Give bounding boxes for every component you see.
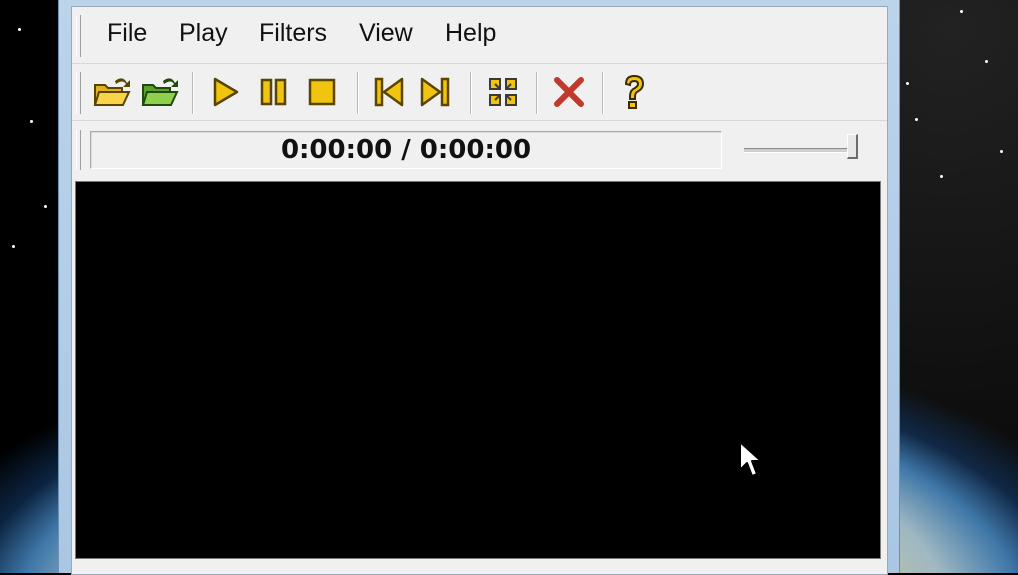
play-icon [213,77,239,107]
next-button[interactable] [415,72,455,112]
close-x-icon [554,77,584,107]
fullscreen-button[interactable] [483,72,523,112]
skip-back-icon [374,77,404,107]
folder-open-icon [93,78,131,106]
star [960,10,963,13]
pause-button[interactable] [254,72,294,112]
star [12,245,15,248]
status-bar-grip[interactable] [76,130,81,170]
previous-button[interactable] [369,72,409,112]
menu-play[interactable]: Play [179,19,228,48]
toolbar-separator [602,72,604,114]
play-button[interactable] [205,72,245,112]
star [1000,150,1003,153]
star [18,28,21,31]
menu-help[interactable]: Help [445,19,496,48]
help-button[interactable] [614,72,654,112]
close-button[interactable] [549,72,589,112]
mouse-cursor-icon [739,441,762,477]
star [940,175,943,178]
skip-forward-icon [420,77,450,107]
toolbar-separator [357,72,359,114]
stop-icon [308,78,336,106]
toolbar [72,64,887,121]
star [906,82,909,85]
open-file-button[interactable] [92,72,132,112]
toolbar-separator [536,72,538,114]
toolbar-grip[interactable] [76,72,81,114]
time-display: 0:00:00 / 0:00:00 [90,131,722,169]
volume-slider-thumb[interactable] [847,134,858,159]
stop-button[interactable] [302,72,342,112]
folder-open-green-icon [141,78,179,106]
menu-bar-grip[interactable] [76,15,81,57]
volume-slider-track[interactable] [744,148,852,153]
star [915,118,918,121]
video-display-area[interactable] [75,181,881,559]
pause-icon [260,78,287,106]
question-icon [624,74,645,109]
star [44,205,47,208]
menu-file[interactable]: File [107,19,147,48]
menu-filters[interactable]: Filters [259,19,327,48]
toolbar-separator [470,72,472,114]
menu-view[interactable]: View [359,19,413,48]
status-bar: 0:00:00 / 0:00:00 [72,122,887,178]
window-client-area: File Play Filters View Help 0:00:00 / 0:… [71,6,888,575]
toolbar-separator [192,72,194,114]
media-player-window: File Play Filters View Help 0:00:00 / 0:… [58,0,900,575]
fullscreen-icon [489,78,517,106]
menu-bar: File Play Filters View Help [72,7,887,64]
star [985,60,988,63]
open-url-button[interactable] [140,72,180,112]
star [30,120,33,123]
